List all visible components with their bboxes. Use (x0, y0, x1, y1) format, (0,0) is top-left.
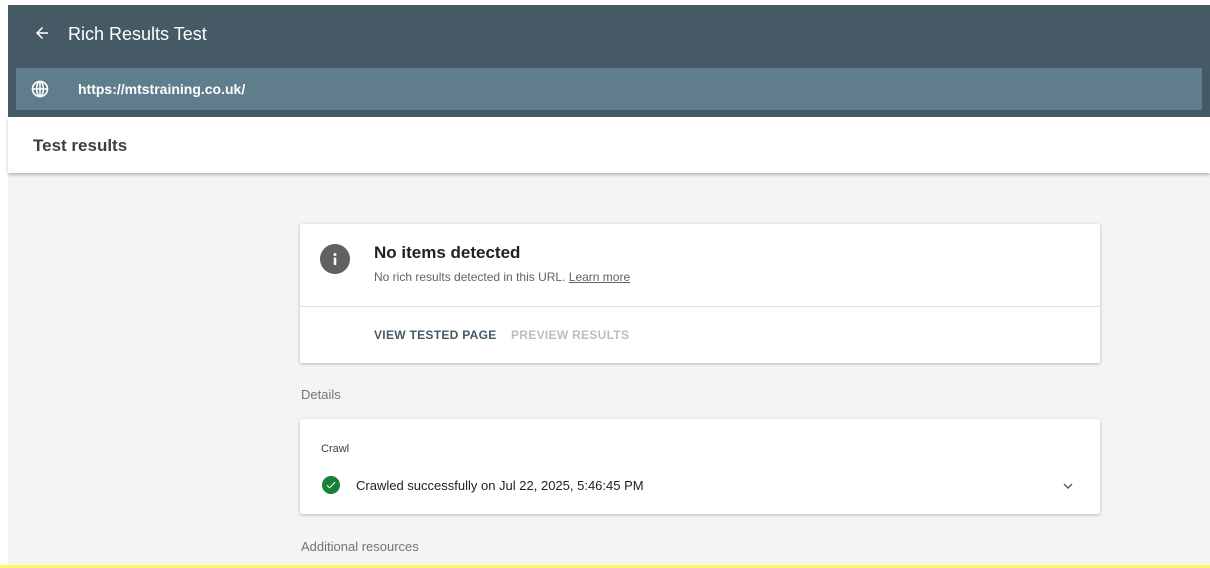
tested-url: https://mtstraining.co.uk/ (78, 81, 246, 97)
result-title: No items detected (374, 243, 521, 262)
view-tested-page-button[interactable]: VIEW TESTED PAGE (374, 328, 497, 342)
chevron-down-icon (1063, 483, 1073, 489)
additional-resources-label: Additional resources (301, 539, 419, 554)
result-message: No rich results detected in this URL. Le… (374, 270, 630, 284)
url-bar: https://mtstraining.co.uk/ (16, 68, 1202, 110)
page-title: Test results (33, 136, 128, 155)
crawl-title: Crawl (321, 443, 350, 455)
learn-more-link[interactable]: Learn more (569, 270, 630, 284)
results-header: Test results (8, 117, 1210, 173)
info-glyph (333, 253, 337, 265)
globe-icon (31, 80, 49, 98)
card-divider (300, 306, 1100, 307)
check-circle-icon (322, 476, 340, 494)
expand-crawl-button[interactable] (1058, 476, 1078, 496)
details-label: Details (301, 387, 341, 402)
arrow-back-icon (36, 27, 48, 39)
result-message-text: No rich results detected in this URL. (374, 270, 566, 284)
crawl-status: Crawled successfully on Jul 22, 2025, 5:… (356, 478, 644, 493)
preview-results-button[interactable]: PREVIEW RESULTS (511, 328, 629, 342)
result-summary-card: No items detected No rich results detect… (300, 224, 1100, 363)
check-glyph (326, 481, 336, 489)
crawl-card[interactable]: Crawl Crawled successfully on Jul 22, 20… (300, 419, 1100, 514)
info-icon (320, 244, 350, 274)
app-title: Rich Results Test (68, 24, 207, 44)
back-button[interactable] (30, 21, 54, 45)
app-header: Rich Results Test https://mtstraining.co… (8, 5, 1210, 117)
results-content: No items detected No rich results detect… (8, 173, 1210, 565)
